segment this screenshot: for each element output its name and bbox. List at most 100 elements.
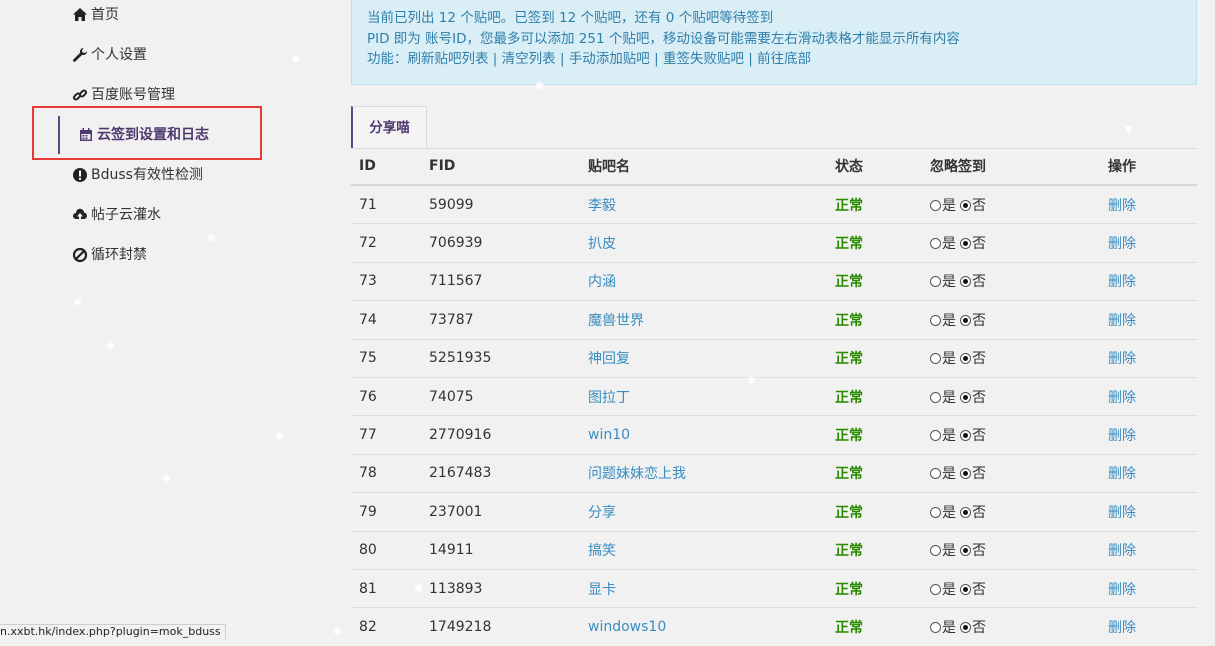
ignore-no-radio[interactable] [960, 276, 971, 288]
ban-icon [72, 247, 88, 263]
delete-link[interactable]: 删除 [1108, 313, 1136, 329]
tieba-name-link[interactable]: windows10 [588, 619, 666, 635]
sidebar-item-label: 循环封禁 [91, 247, 147, 263]
delete-link[interactable]: 删除 [1108, 543, 1136, 559]
tieba-name-link[interactable]: 李毅 [588, 198, 616, 214]
alert-functions: 功能：刷新贴吧列表 | 清空列表 | 手动添加贴吧 | 重签失败贴吧 | 前往底… [367, 49, 1181, 70]
row-fid: 59099 [421, 184, 580, 224]
status-badge: 正常 [835, 543, 863, 560]
tieba-name-link[interactable]: 内涵 [588, 274, 616, 290]
sidebar-item-baidu-accounts[interactable]: 百度账号管理 [72, 83, 175, 107]
refresh-list-link[interactable]: 刷新贴吧列表 [408, 51, 489, 67]
manual-add-link[interactable]: 手动添加贴吧 [569, 51, 650, 67]
ignore-no-radio[interactable] [960, 545, 971, 557]
cloud-upload-icon [73, 208, 87, 221]
ignore-no-radio[interactable] [960, 391, 971, 403]
table-row: 71 59099 李毅 正常是否删除 [351, 184, 1197, 224]
col-name: 贴吧名 [580, 148, 827, 186]
tieba-name-link[interactable]: 神回复 [588, 351, 630, 367]
delete-link[interactable]: 删除 [1108, 466, 1136, 482]
ignore-yes-radio[interactable] [930, 545, 941, 557]
tieba-name-link[interactable]: win10 [588, 427, 630, 443]
go-bottom-link[interactable]: 前往底部 [757, 51, 811, 67]
tieba-name-link[interactable]: 分享 [588, 505, 616, 521]
table-row: 75 5251935 神回复 正常是否删除 [351, 338, 1197, 378]
ignore-sign-radios: 是否 [922, 415, 1100, 455]
delete-link[interactable]: 删除 [1108, 274, 1136, 290]
separator: | [654, 51, 659, 67]
alert-pid-note: PID 即为 账号ID，您最多可以添加 251 个贴吧，移动设备可能需要左右滑动… [367, 30, 960, 47]
delete-link[interactable]: 删除 [1108, 390, 1136, 406]
delete-link[interactable]: 删除 [1108, 428, 1136, 444]
ignore-yes-radio[interactable] [930, 621, 941, 633]
ignore-no-radio[interactable] [960, 314, 971, 326]
sidebar-item-loop-ban[interactable]: 循环封禁 [72, 243, 147, 267]
ignore-no-radio[interactable] [960, 621, 971, 633]
tieba-name-link[interactable]: 问题妹妹恋上我 [588, 466, 686, 482]
clear-list-link[interactable]: 清空列表 [502, 51, 556, 67]
ignore-yes-radio[interactable] [930, 238, 941, 250]
delete-link[interactable]: 删除 [1108, 582, 1136, 598]
resign-failed-link[interactable]: 重签失败贴吧 [663, 51, 744, 67]
ignore-sign-radios: 是否 [922, 223, 1100, 263]
no-label: 否 [972, 428, 986, 445]
table-row: 79 237001 分享 正常是否删除 [351, 492, 1197, 532]
ignore-no-radio[interactable] [960, 583, 971, 595]
table-row: 76 74075 图拉丁 正常是否删除 [351, 376, 1197, 416]
ignore-no-radio[interactable] [960, 353, 971, 365]
ignore-no-radio[interactable] [960, 506, 971, 518]
ignore-yes-radio[interactable] [930, 391, 941, 403]
yes-label: 是 [942, 236, 956, 253]
tieba-name-link[interactable]: 魔兽世界 [588, 313, 644, 329]
ignore-sign-radios: 是否 [922, 261, 1100, 301]
sidebar-item-label: Bduss有效性检测 [91, 167, 203, 183]
yes-label: 是 [942, 274, 956, 291]
ignore-no-radio[interactable] [960, 199, 971, 211]
browser-status-url: n.xxbt.hk/index.php?plugin=mok_bduss [0, 624, 226, 639]
delete-link[interactable]: 删除 [1108, 198, 1136, 214]
row-fid: 5251935 [421, 338, 580, 378]
sidebar-item-cloud-post[interactable]: 帖子云灌水 [72, 203, 161, 227]
sidebar-item-label: 帖子云灌水 [91, 207, 161, 223]
tieba-name-link[interactable]: 图拉丁 [588, 390, 630, 406]
ignore-yes-radio[interactable] [930, 506, 941, 518]
no-label: 否 [972, 351, 986, 368]
tieba-name-link[interactable]: 搞笑 [588, 543, 616, 559]
row-fid: 113893 [421, 568, 580, 608]
table-row: 74 73787 魔兽世界 正常是否删除 [351, 300, 1197, 340]
sidebar-item-bduss-check[interactable]: Bduss有效性检测 [72, 163, 203, 187]
alert-summary: 当前已列出 12 个贴吧。已签到 12 个贴吧，还有 0 个贴吧等待签到 [367, 10, 774, 26]
yes-label: 是 [942, 581, 956, 598]
ignore-yes-radio[interactable] [930, 430, 941, 442]
row-fid: 237001 [421, 492, 580, 532]
tieba-name-link[interactable]: 扒皮 [588, 236, 616, 252]
row-fid: 2770916 [421, 415, 580, 455]
ignore-sign-radios: 是否 [922, 376, 1100, 416]
table-row: 80 14911 搞笑 正常是否删除 [351, 530, 1197, 570]
delete-link[interactable]: 删除 [1108, 236, 1136, 252]
delete-link[interactable]: 删除 [1108, 620, 1136, 636]
row-fid: 73787 [421, 300, 580, 340]
no-label: 否 [972, 312, 986, 329]
col-id: ID [351, 148, 421, 186]
ignore-yes-radio[interactable] [930, 314, 941, 326]
ignore-yes-radio[interactable] [930, 468, 941, 480]
status-badge: 正常 [835, 312, 863, 329]
sidebar-item-personal-settings[interactable]: 个人设置 [72, 43, 147, 67]
ignore-no-radio[interactable] [960, 238, 971, 250]
tieba-name-link[interactable]: 显卡 [588, 582, 616, 598]
delete-link[interactable]: 删除 [1108, 351, 1136, 367]
ignore-yes-radio[interactable] [930, 276, 941, 288]
ignore-no-radio[interactable] [960, 468, 971, 480]
status-badge: 正常 [835, 274, 863, 291]
sidebar-item-home[interactable]: 首页 [72, 3, 119, 27]
ignore-no-radio[interactable] [960, 430, 971, 442]
ignore-yes-radio[interactable] [930, 583, 941, 595]
ignore-yes-radio[interactable] [930, 353, 941, 365]
tab-account[interactable]: 分享喵 [351, 106, 427, 148]
table-row: 81 113893 显卡 正常是否删除 [351, 568, 1197, 608]
ignore-sign-radios: 是否 [922, 568, 1100, 608]
col-fid: FID [421, 148, 580, 186]
ignore-yes-radio[interactable] [930, 199, 941, 211]
delete-link[interactable]: 删除 [1108, 505, 1136, 521]
